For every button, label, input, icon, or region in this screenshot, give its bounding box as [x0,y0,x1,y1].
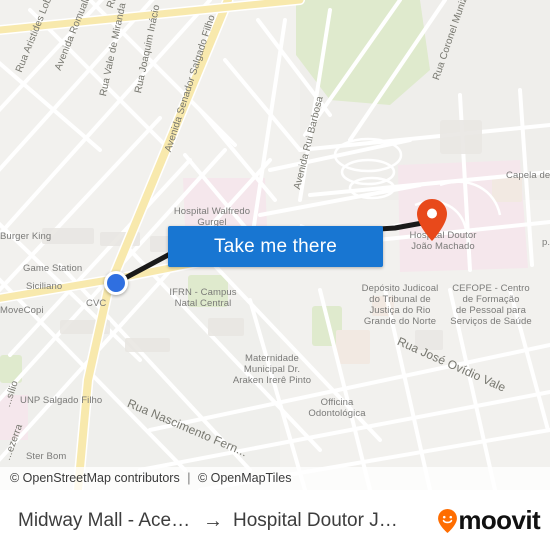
trip-origin-label: Midway Mall - Acesso Salgado Filho [18,509,193,531]
trip-bottom-bar: Midway Mall - Acesso Salgado Filho → Hos… [0,490,550,550]
moovit-wordmark: moovit [458,505,540,535]
trip-destination-label: Hospital Doutor João Machado [233,509,408,531]
trip-summary[interactable]: Midway Mall - Acesso Salgado Filho → Hos… [18,510,430,532]
take-me-there-button[interactable]: Take me there [168,226,383,267]
moovit-pin-icon [438,508,458,533]
attribution-separator: | [187,471,191,485]
attribution-openmaptiles[interactable]: © OpenMapTiles [198,471,292,485]
moovit-logo[interactable]: moovit [438,505,541,536]
map-viewport[interactable]: Rua Aristides Lobo Avenida Romualdo Ga..… [0,0,550,490]
attribution-osm[interactable]: © OpenStreetMap contributors [10,471,180,485]
arrow-right-icon: → [203,509,223,532]
map-attribution: © OpenStreetMap contributors | © OpenMap… [0,467,550,490]
moovit-trip-map-screen: Rua Aristides Lobo Avenida Romualdo Ga..… [0,0,550,550]
